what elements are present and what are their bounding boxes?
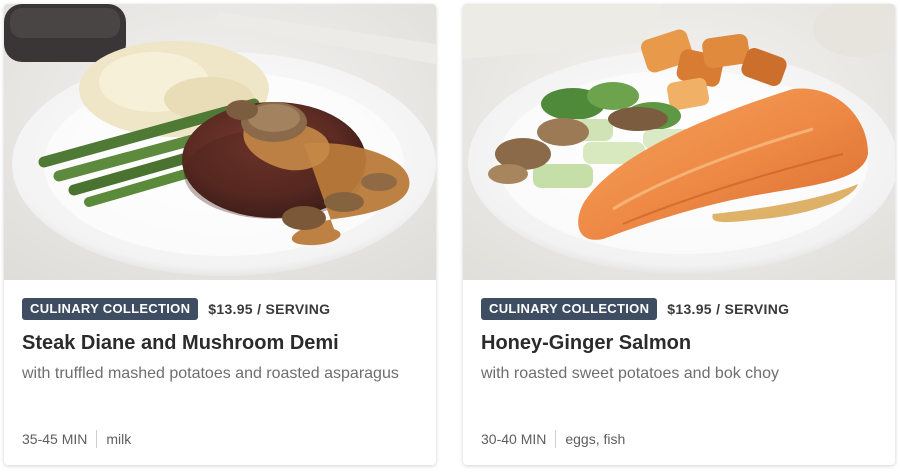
recipe-subtitle: with truffled mashed potatoes and roaste… bbox=[22, 365, 399, 382]
collection-badge: CULINARY COLLECTION bbox=[22, 298, 199, 320]
recipe-card[interactable]: CULINARY COLLECTION $13.95 / SERVING Hon… bbox=[463, 4, 895, 465]
cook-time: 35-45 MIN bbox=[22, 431, 88, 447]
price-per-serving: $13.95 / SERVING bbox=[667, 301, 790, 317]
allergens: eggs, fish bbox=[565, 431, 626, 447]
recipe-subtitle: with roasted sweet potatoes and bok choy bbox=[481, 365, 779, 382]
card-meta-row: CULINARY COLLECTION $13.95 / SERVING bbox=[22, 298, 330, 320]
recipe-title[interactable]: Honey-Ginger Salmon bbox=[481, 330, 881, 356]
salmon-plate-image bbox=[463, 4, 895, 280]
info-divider bbox=[555, 430, 557, 448]
recipe-photo[interactable] bbox=[463, 4, 895, 280]
recipe-info-row: 30-40 MIN eggs, fish bbox=[481, 430, 625, 448]
recipe-photo[interactable] bbox=[4, 4, 436, 280]
recipe-title[interactable]: Steak Diane and Mushroom Demi bbox=[22, 330, 422, 356]
card-meta-row: CULINARY COLLECTION $13.95 / SERVING bbox=[481, 298, 789, 320]
collection-badge: CULINARY COLLECTION bbox=[481, 298, 658, 320]
recipe-info-row: 35-45 MIN milk bbox=[22, 430, 131, 448]
info-divider bbox=[96, 430, 98, 448]
steak-plate-image bbox=[4, 4, 436, 280]
price-per-serving: $13.95 / SERVING bbox=[208, 301, 331, 317]
recipe-card[interactable]: CULINARY COLLECTION $13.95 / SERVING Ste… bbox=[4, 4, 436, 465]
allergens: milk bbox=[106, 431, 132, 447]
cook-time: 30-40 MIN bbox=[481, 431, 547, 447]
